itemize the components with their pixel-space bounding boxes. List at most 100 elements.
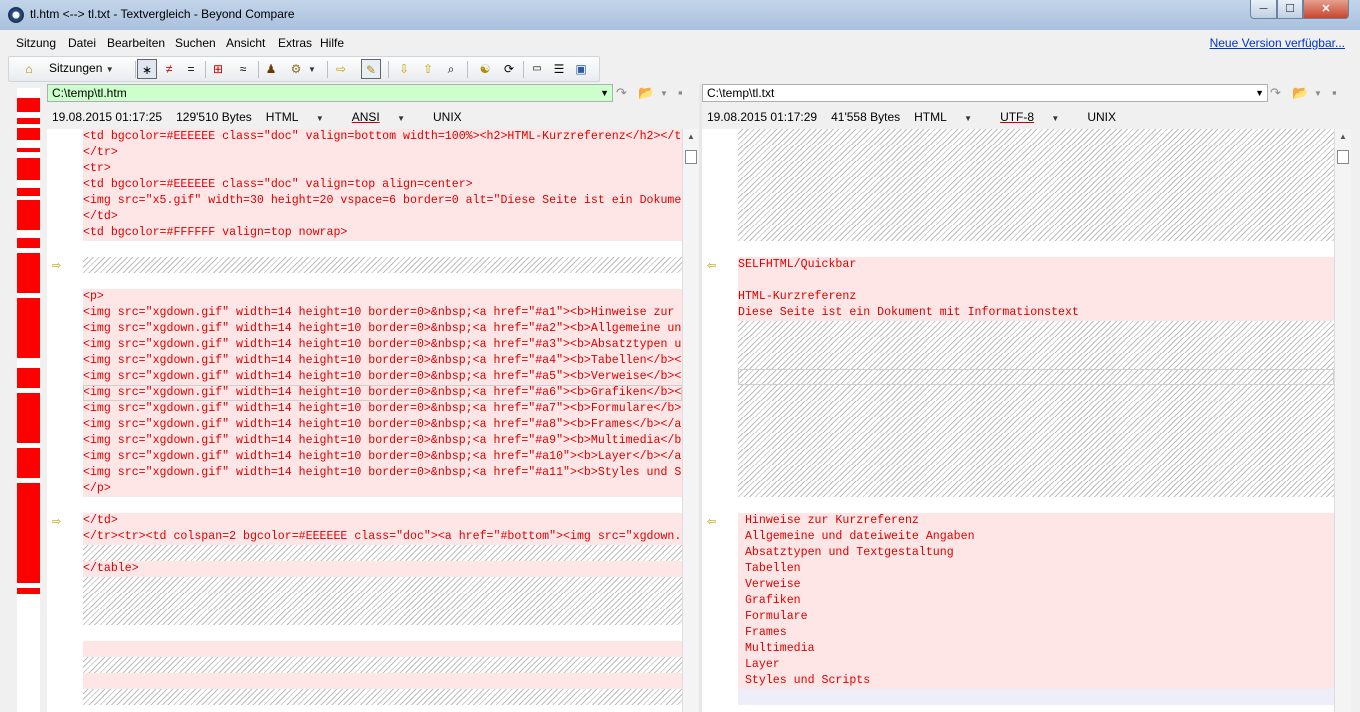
text-line[interactable]	[738, 241, 1334, 257]
text-line[interactable]: </p>	[83, 481, 682, 497]
minimize-button[interactable]: ─	[1250, 0, 1277, 19]
text-line[interactable]: <img src="xgdown.gif" width=14 height=10…	[83, 337, 682, 353]
chevron-down-icon[interactable]: ▼	[1255, 85, 1264, 101]
menu-ansicht[interactable]: Ansicht	[226, 36, 265, 50]
right-encoding[interactable]: UTF-8 ▼	[1000, 110, 1073, 124]
text-line[interactable]	[738, 129, 1334, 145]
menu-sitzung[interactable]: Sitzung	[16, 36, 56, 50]
text-line[interactable]	[83, 545, 682, 561]
chevron-down-icon[interactable]: ▼	[660, 89, 668, 98]
text-line[interactable]: <img src="xgdown.gif" width=14 height=10…	[83, 385, 682, 401]
right-format[interactable]: HTML ▼	[914, 110, 986, 124]
text-line[interactable]	[738, 273, 1334, 289]
text-line[interactable]	[738, 705, 1334, 712]
text-line[interactable]: </tr>	[83, 145, 682, 161]
text-line[interactable]: <img src="xgdown.gif" width=14 height=10…	[83, 353, 682, 369]
sessions-dropdown[interactable]: Sitzungen ▼	[49, 61, 114, 75]
text-line[interactable]	[738, 369, 1334, 385]
right-eol[interactable]: UNIX	[1087, 110, 1116, 124]
text-line[interactable]: <img src="xgdown.gif" width=14 height=10…	[83, 305, 682, 321]
scroll-thumb[interactable]	[685, 150, 697, 164]
right-scrollbar[interactable]: ▲	[1334, 129, 1351, 712]
text-line[interactable]	[83, 625, 682, 641]
close-button[interactable]: ✕	[1303, 0, 1349, 19]
diff-overview-bar[interactable]	[17, 88, 40, 712]
open-folder-icon[interactable]: 📂	[638, 85, 654, 101]
menu-bearbeiten[interactable]: Bearbeiten	[107, 36, 165, 50]
text-line[interactable]: </td>	[83, 209, 682, 225]
left-format[interactable]: HTML ▼	[266, 110, 338, 124]
text-line[interactable]: <td bgcolor=#EEEEEE class="doc" valign=t…	[83, 177, 682, 193]
edit-icon[interactable]: ✎	[361, 59, 381, 79]
text-line[interactable]: Grafiken	[738, 593, 1334, 609]
text-line[interactable]: <img src="xgdown.gif" width=14 height=10…	[83, 433, 682, 449]
text-line[interactable]: Absatztypen und Textgestaltung	[738, 545, 1334, 561]
text-line[interactable]	[738, 193, 1334, 209]
text-line[interactable]: </table>	[83, 561, 682, 577]
text-line[interactable]	[738, 225, 1334, 241]
text-line[interactable]: Formulare	[738, 609, 1334, 625]
refresh-icon[interactable]: ⟳	[499, 59, 519, 79]
list-icon[interactable]: ☰	[549, 59, 569, 79]
maximize-button[interactable]: ☐	[1277, 0, 1303, 19]
text-line[interactable]: </tr><tr><td colspan=2 bgcolor=#EEEEEE c…	[83, 529, 682, 545]
right-text-pane[interactable]: ⇦ ⇦ SELFHTML/Quickbar HTML-Kurzreferenz Die…	[702, 129, 1334, 712]
text-line[interactable]	[738, 433, 1334, 449]
text-line[interactable]: <p>	[83, 289, 682, 305]
show-all-icon[interactable]: ∗	[137, 59, 157, 79]
diff-arrow-icon[interactable]: ⇦	[707, 259, 716, 272]
left-path-input[interactable]: C:\temp\tl.htm ▼	[47, 84, 613, 102]
menu-suchen[interactable]: Suchen	[175, 36, 216, 50]
text-line[interactable]	[738, 385, 1334, 401]
text-line[interactable]: HTML-Kurzreferenz	[738, 289, 1334, 305]
prev-diff-icon[interactable]: ⇧	[418, 59, 438, 79]
text-line[interactable]: Frames	[738, 625, 1334, 641]
format-icon[interactable]: ⚙	[286, 59, 306, 79]
text-line[interactable]: Styles und Scripts	[738, 673, 1334, 689]
show-diffs-icon[interactable]: ≠	[159, 59, 179, 79]
text-line[interactable]: <img src="xgdown.gif" width=14 height=10…	[83, 417, 682, 433]
text-line[interactable]	[738, 209, 1334, 225]
text-line[interactable]: <td bgcolor=#FFFFFF valign=top nowrap>	[83, 225, 682, 241]
text-line[interactable]	[738, 449, 1334, 465]
text-line[interactable]	[738, 401, 1334, 417]
text-line[interactable]	[738, 481, 1334, 497]
text-line[interactable]: Layer	[738, 657, 1334, 673]
ignore-icon[interactable]: ▭	[527, 59, 547, 79]
menu-hilfe[interactable]: Hilfe	[320, 36, 344, 50]
diff-arrow-icon[interactable]: ⇦	[707, 515, 716, 528]
show-same-icon[interactable]: =	[181, 59, 201, 79]
text-line[interactable]: <img src="x5.gif" width=30 height=20 vsp…	[83, 193, 682, 209]
context-icon[interactable]: ⊞	[208, 59, 228, 79]
scroll-thumb[interactable]	[1337, 150, 1349, 164]
text-line[interactable]: <img src="xgdown.gif" width=14 height=10…	[83, 321, 682, 337]
text-line[interactable]	[738, 497, 1334, 513]
text-line[interactable]	[83, 657, 682, 673]
text-line[interactable]: Allgemeine und dateiweite Angaben	[738, 529, 1334, 545]
text-line[interactable]: <img src="xgdown.gif" width=14 height=10…	[83, 369, 682, 385]
chevron-down-icon[interactable]: ▼	[600, 85, 609, 101]
text-line[interactable]	[738, 145, 1334, 161]
find-icon[interactable]: ⌕	[441, 59, 461, 79]
save-icon[interactable]: ▪	[1332, 85, 1337, 100]
text-line[interactable]	[83, 609, 682, 625]
text-line[interactable]: <img src="xgdown.gif" width=14 height=10…	[83, 465, 682, 481]
diff-arrow-icon[interactable]: ⇨	[52, 259, 61, 272]
text-line[interactable]: <tr>	[83, 161, 682, 177]
text-line[interactable]	[738, 321, 1334, 337]
text-line[interactable]: Tabellen	[738, 561, 1334, 577]
text-line[interactable]	[738, 353, 1334, 369]
text-line[interactable]	[738, 689, 1334, 705]
left-eol[interactable]: UNIX	[433, 110, 462, 124]
text-line[interactable]: SELFHTML/Quickbar	[738, 257, 1334, 273]
text-line[interactable]	[738, 337, 1334, 353]
text-line[interactable]	[83, 705, 682, 712]
text-line[interactable]	[83, 497, 682, 513]
chevron-down-icon[interactable]: ▼	[1314, 89, 1322, 98]
text-line[interactable]	[738, 417, 1334, 433]
minor-icon[interactable]: ≈	[233, 59, 253, 79]
home-icon[interactable]: ⌂	[19, 59, 39, 79]
swap-icon[interactable]: ☯	[475, 59, 495, 79]
text-line[interactable]	[738, 177, 1334, 193]
right-path-input[interactable]: C:\temp\tl.txt ▼	[702, 84, 1268, 102]
